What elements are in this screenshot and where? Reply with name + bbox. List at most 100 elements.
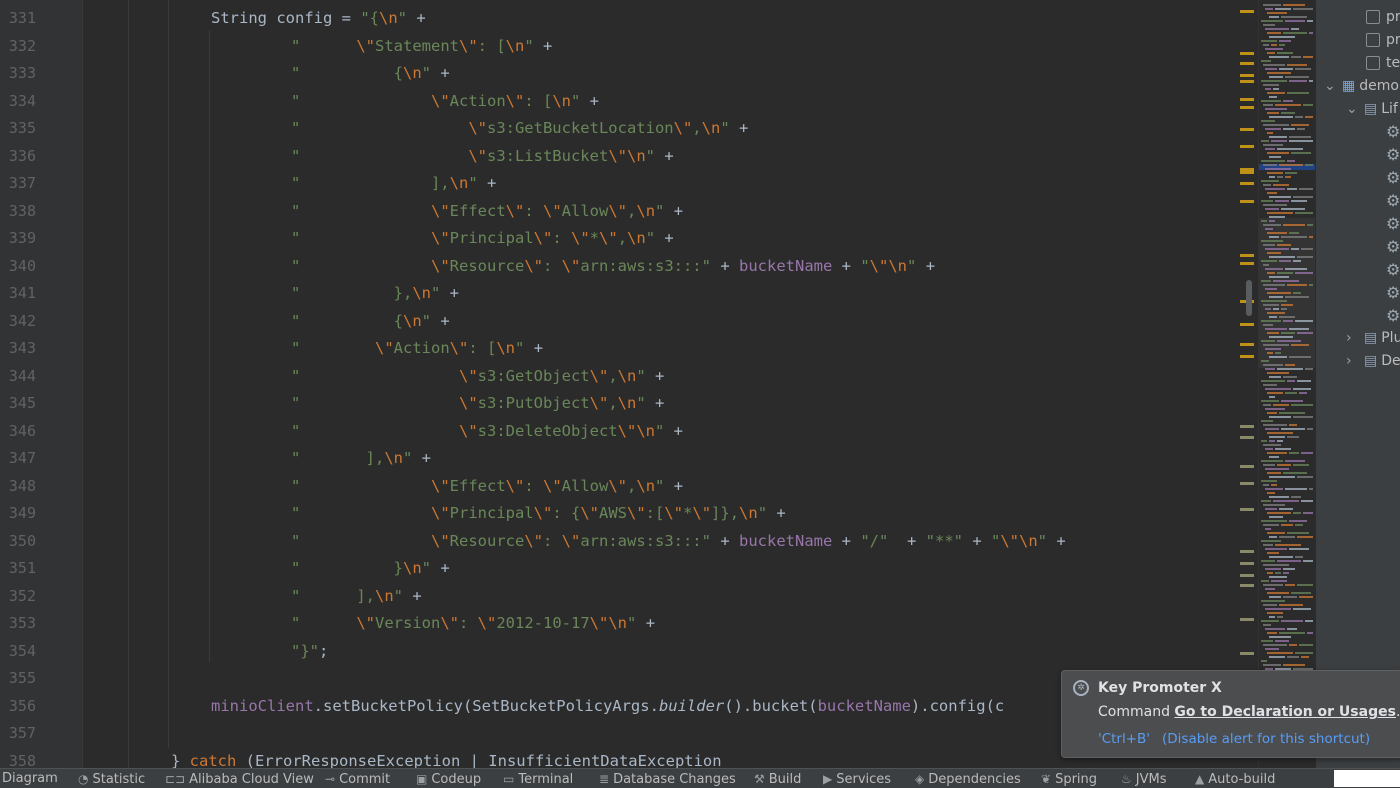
- tool-window-jvms[interactable]: ♨ JVMs: [1121, 770, 1166, 788]
- expand-arrow-icon[interactable]: ›: [1346, 327, 1364, 349]
- code-text: " ],\n" +: [291, 586, 422, 605]
- minimap-line: [1285, 296, 1309, 298]
- minimap-line: [1291, 248, 1299, 250]
- error-stripe[interactable]: [1236, 0, 1258, 768]
- code-line[interactable]: 340 " \"Resource\": \"arn:aws:s3:::" + bu…: [0, 253, 1240, 281]
- code-line[interactable]: 352 " ],\n" +: [0, 583, 1240, 611]
- code-line[interactable]: 350 " \"Resource\": \"arn:aws:s3:::" + bu…: [0, 528, 1240, 556]
- minimap-line: [1261, 280, 1271, 282]
- tool-window-spring[interactable]: ❦ Spring: [1041, 770, 1097, 788]
- action-link[interactable]: Go to Declaration or Usages: [1174, 704, 1396, 720]
- tree-item[interactable]: pr: [1366, 29, 1400, 51]
- minimap-line: [1283, 664, 1305, 666]
- code-line[interactable]: 357: [0, 720, 1240, 748]
- minimap-line: [1307, 428, 1313, 430]
- tree-item[interactable]: tes: [1366, 52, 1400, 74]
- minimap-line: [1263, 264, 1269, 266]
- code-line[interactable]: 341 " },\n" +: [0, 280, 1240, 308]
- tree-item[interactable]: › ▤ De: [1346, 350, 1400, 372]
- tool-window-alibaba-cloud-view[interactable]: ⊏⊐ Alibaba Cloud View: [165, 770, 314, 788]
- minimap-line: [1261, 380, 1285, 382]
- minimap-line: [1289, 232, 1299, 234]
- expand-arrow-icon[interactable]: ⌄: [1324, 75, 1342, 97]
- tool-window-statistic[interactable]: ◔ Statistic: [78, 770, 145, 788]
- tool-window-commit[interactable]: ⊸ Commit: [325, 770, 390, 788]
- tree-item[interactable]: ›▤Plu: [1346, 327, 1400, 349]
- tree-item[interactable]: pr: [1366, 6, 1400, 28]
- checkbox[interactable]: [1366, 33, 1380, 47]
- scrollbar-thumb[interactable]: [1246, 280, 1252, 316]
- checkbox[interactable]: [1366, 56, 1380, 70]
- code-line[interactable]: 347 " ],\n" +: [0, 445, 1240, 473]
- line-number: 357: [8, 724, 36, 742]
- tool-window-label: Alibaba Cloud View: [189, 772, 314, 787]
- code-line[interactable]: 354 "}";: [0, 638, 1240, 666]
- tool-window-database-changes[interactable]: ≣ Database Changes: [599, 770, 736, 788]
- code-line[interactable]: 338 " \"Effect\": \"Allow\",\n" +: [0, 198, 1240, 226]
- tool-window-diagram[interactable]: Diagram: [2, 770, 58, 788]
- tree-item[interactable]: ⚙: [1386, 121, 1400, 143]
- code-line[interactable]: 344 " \"s3:GetObject\",\n" +: [0, 363, 1240, 391]
- minimap-line: [1265, 548, 1287, 550]
- code-line[interactable]: 333 " {\n" +: [0, 60, 1240, 88]
- tool-window-services[interactable]: ▶ Services: [823, 770, 891, 788]
- code-line[interactable]: 331 String config = "{\n" +: [0, 5, 1240, 33]
- minimap-line: [1265, 228, 1273, 230]
- code-line[interactable]: 348 " \"Effect\": \"Allow\",\n" +: [0, 473, 1240, 501]
- tree-item[interactable]: ⚙: [1386, 236, 1400, 258]
- tree-item[interactable]: ⚙: [1386, 167, 1400, 189]
- code-line[interactable]: 345 " \"s3:PutObject\",\n" +: [0, 390, 1240, 418]
- minimap-line: [1267, 392, 1283, 394]
- tree-item[interactable]: ⚙: [1386, 213, 1400, 235]
- minimap-line: [1263, 164, 1277, 166]
- minimap-line: [1281, 236, 1307, 238]
- checkbox[interactable]: [1366, 10, 1380, 24]
- code-line[interactable]: 335 " \"s3:GetBucketLocation\",\n" +: [0, 115, 1240, 143]
- code-line[interactable]: 339 " \"Principal\": \"*\",\n" +: [0, 225, 1240, 253]
- minimap-line: [1267, 532, 1285, 534]
- minimap-line: [1261, 480, 1277, 482]
- tree-item[interactable]: ⌄ ▦ demo: [1324, 75, 1399, 97]
- minimap-line: [1261, 240, 1283, 242]
- key-promoter-notification[interactable]: ✲ Key Promoter X Command Go to Declarati…: [1061, 670, 1400, 758]
- tool-window-terminal[interactable]: ▭ Terminal: [503, 770, 573, 788]
- code-line[interactable]: 346 " \"s3:DeleteObject\"\n" +: [0, 418, 1240, 446]
- code-line[interactable]: 342 " {\n" +: [0, 308, 1240, 336]
- code-line[interactable]: 332 " \"Statement\": [\n" +: [0, 33, 1240, 61]
- maven-project-panel: prprtes⌄▦demo⌄▤Lif⚙⚙⚙⚙⚙⚙⚙⚙⚙›▤Plu›▤De: [1315, 0, 1400, 768]
- minimap-line: [1263, 284, 1285, 286]
- code-line[interactable]: 334 " \"Action\": [\n" +: [0, 88, 1240, 116]
- code-line[interactable]: 351 " }\n" +: [0, 555, 1240, 583]
- code-line[interactable]: 337 " ],\n" +: [0, 170, 1240, 198]
- tool-window-build[interactable]: ⚒ Build: [754, 770, 801, 788]
- code-line[interactable]: 343 " \"Action\": [\n" +: [0, 335, 1240, 363]
- tool-window-dependencies[interactable]: ◈ Dependencies: [915, 770, 1021, 788]
- minimap-line: [1281, 620, 1303, 622]
- tree-item[interactable]: ⌄ ▤ Lif: [1346, 98, 1398, 120]
- tree-item[interactable]: ⚙: [1386, 259, 1400, 281]
- expand-arrow-icon[interactable]: ⌄: [1346, 98, 1364, 120]
- code-line[interactable]: 356 minioClient.setBucketPolicy(SetBucket…: [0, 693, 1240, 721]
- tree-item[interactable]: ⚙: [1386, 190, 1400, 212]
- code-minimap[interactable]: [1258, 0, 1315, 768]
- tool-window-auto-build[interactable]: ▲ Auto-build: [1195, 770, 1275, 788]
- minimap-line: [1261, 640, 1273, 642]
- tree-item[interactable]: ⚙: [1386, 282, 1400, 304]
- minimap-line: [1287, 92, 1309, 94]
- code-line[interactable]: 349 " \"Principal\": {\"AWS\":[\"*\"]},\n…: [0, 500, 1240, 528]
- minimap-line: [1269, 220, 1275, 222]
- tool-window-codeup[interactable]: ▣ Codeup: [416, 770, 481, 788]
- disable-alert-link[interactable]: (Disable alert for this shortcut): [1162, 731, 1370, 747]
- code-line[interactable]: 355: [0, 665, 1240, 693]
- code-line[interactable]: 336 " \"s3:ListBucket\"\n" +: [0, 143, 1240, 171]
- minimap-line: [1291, 124, 1309, 126]
- minimap-line: [1281, 112, 1295, 114]
- tree-item[interactable]: ⚙: [1386, 144, 1400, 166]
- minimap-line: [1267, 592, 1289, 594]
- expand-arrow-icon[interactable]: ›: [1346, 350, 1364, 372]
- tree-item[interactable]: ⚙: [1386, 305, 1400, 327]
- minimap-line: [1263, 604, 1277, 606]
- code-line[interactable]: 353 " \"Version\": \"2012-10-17\"\n" +: [0, 610, 1240, 638]
- shortcut-link[interactable]: 'Ctrl+B': [1098, 731, 1150, 747]
- minimap-line: [1293, 512, 1301, 514]
